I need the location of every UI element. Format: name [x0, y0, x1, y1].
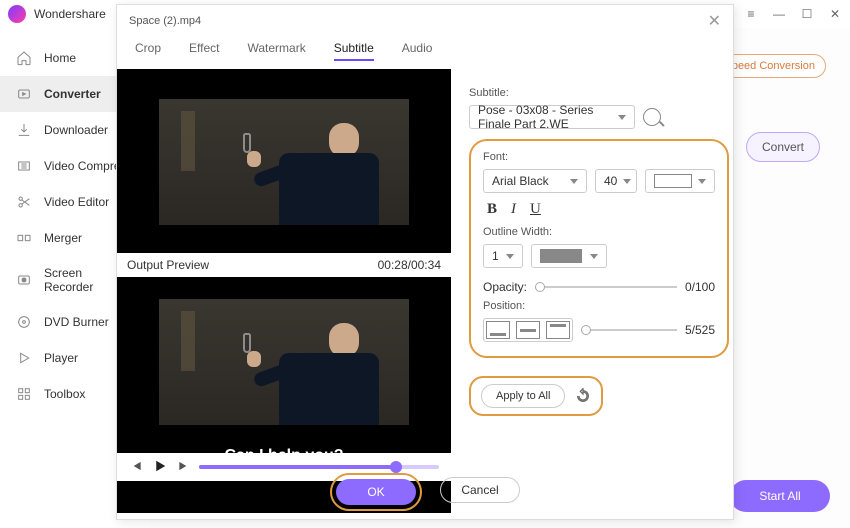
cancel-button[interactable]: Cancel — [440, 477, 520, 503]
download-icon — [16, 122, 32, 138]
grid-icon — [16, 386, 32, 402]
underline-button[interactable]: U — [530, 201, 541, 218]
apply-to-all-button[interactable]: Apply to All — [481, 384, 565, 408]
chevron-down-icon — [590, 254, 598, 259]
position-label: Position: — [483, 300, 715, 312]
hamburger-icon[interactable]: ≡ — [744, 7, 758, 21]
position-bottom-button[interactable] — [486, 321, 510, 339]
font-settings-box: Font: Arial Black 40 B I U Outline Width… — [469, 139, 729, 358]
timecode: 00:28/00:34 — [378, 258, 441, 272]
output-preview: Can I help you? — [117, 277, 451, 477]
disc-icon — [16, 314, 32, 330]
original-preview — [117, 69, 451, 253]
subtitle-file-dropdown[interactable]: Pose - 03x08 - Series Finale Part 2.WE — [469, 105, 635, 129]
position-slider[interactable] — [581, 329, 677, 331]
subtitle-panel: Subtitle: Pose - 03x08 - Series Finale P… — [451, 69, 747, 513]
seek-slider[interactable] — [199, 465, 439, 469]
color-swatch-gray — [540, 249, 582, 263]
compress-icon — [16, 158, 32, 174]
apply-box: Apply to All — [469, 376, 603, 416]
outline-width-dropdown[interactable]: 1 — [483, 244, 523, 268]
chevron-down-icon — [570, 179, 578, 184]
modal-tabs: Crop Effect Watermark Subtitle Audio — [117, 37, 733, 69]
preview-column: Output Preview 00:28/00:34 Can I help yo… — [117, 69, 451, 513]
close-button[interactable]: ✕ — [828, 7, 842, 21]
sidebar-item-label: DVD Burner — [44, 315, 109, 329]
search-subtitle-button[interactable] — [643, 108, 661, 126]
home-icon — [16, 50, 32, 66]
position-middle-button[interactable] — [516, 321, 540, 339]
modal-filename: Space (2).mp4 — [129, 15, 201, 27]
outline-width-value: 1 — [492, 249, 499, 263]
opacity-label: Opacity: — [483, 280, 527, 294]
tab-effect[interactable]: Effect — [189, 41, 219, 61]
maximize-button[interactable]: ☐ — [800, 7, 814, 21]
tab-watermark[interactable]: Watermark — [247, 41, 305, 61]
chevron-down-icon — [623, 179, 631, 184]
font-size-value: 40 — [604, 174, 617, 188]
sidebar-item-label: Home — [44, 51, 76, 65]
subtitle-label: Subtitle: — [469, 87, 729, 99]
font-size-dropdown[interactable]: 40 — [595, 169, 637, 193]
record-icon — [16, 272, 32, 288]
converter-icon — [16, 86, 32, 102]
font-family-value: Arial Black — [492, 174, 549, 188]
ok-button[interactable]: OK — [336, 479, 416, 505]
ok-highlight: OK — [330, 473, 422, 511]
tab-crop[interactable]: Crop — [135, 41, 161, 61]
chevron-down-icon — [618, 115, 626, 120]
chevron-down-icon — [506, 254, 514, 259]
reset-icon[interactable] — [575, 388, 591, 404]
font-family-dropdown[interactable]: Arial Black — [483, 169, 587, 193]
scissors-icon — [16, 194, 32, 210]
tab-subtitle[interactable]: Subtitle — [334, 41, 374, 61]
sidebar-item-label: Converter — [44, 87, 101, 101]
preview-label: Output Preview — [127, 258, 209, 272]
play-icon — [16, 350, 32, 366]
merge-icon — [16, 230, 32, 246]
subtitle-file-value: Pose - 03x08 - Series Finale Part 2.WE — [478, 103, 612, 131]
app-logo-icon — [8, 5, 26, 23]
font-color-dropdown[interactable] — [645, 169, 715, 193]
sidebar-item-label: Merger — [44, 231, 82, 245]
color-swatch-white — [654, 174, 692, 188]
italic-button[interactable]: I — [511, 201, 516, 218]
outline-label: Outline Width: — [483, 226, 715, 238]
position-value: 5/525 — [685, 323, 715, 337]
sidebar-item-label: Downloader — [44, 123, 108, 137]
position-top-button[interactable] — [546, 321, 570, 339]
outline-color-dropdown[interactable] — [531, 244, 607, 268]
convert-button[interactable]: Convert — [746, 132, 820, 162]
opacity-value: 0/100 — [685, 280, 715, 294]
bold-button[interactable]: B — [487, 201, 497, 218]
sidebar-item-label: Player — [44, 351, 78, 365]
sidebar-item-label: Toolbox — [44, 387, 85, 401]
modal-close-button[interactable]: ✕ — [708, 11, 721, 31]
chevron-down-icon — [698, 179, 706, 184]
edit-modal: Space (2).mp4 ✕ Crop Effect Watermark Su… — [116, 4, 734, 520]
sidebar-item-label: Video Editor — [44, 195, 109, 209]
font-label: Font: — [483, 151, 715, 163]
tab-audio[interactable]: Audio — [402, 41, 433, 61]
minimize-button[interactable]: — — [772, 7, 786, 21]
opacity-slider[interactable] — [535, 286, 677, 288]
